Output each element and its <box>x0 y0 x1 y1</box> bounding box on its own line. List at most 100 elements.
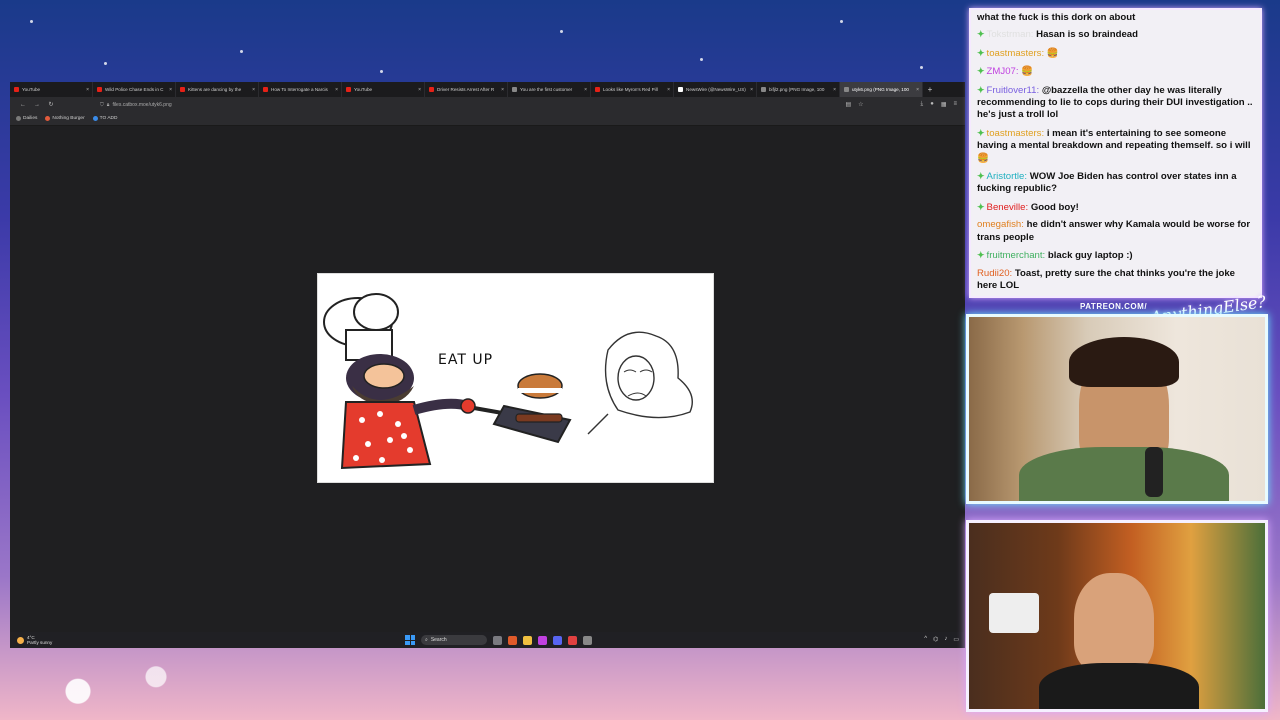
webcam-streamer-1 <box>966 314 1268 504</box>
tab-favicon-icon <box>14 87 19 92</box>
app-icon[interactable] <box>538 635 547 645</box>
network-icon[interactable]: ⌬ <box>933 636 938 643</box>
chat-message: ✦ toastmasters: i mean it's entertaining … <box>977 127 1254 165</box>
lock-icon: 🔒︎ <box>106 101 110 108</box>
chat-text: what the fuck is this dork on about <box>977 12 1136 23</box>
chat-username[interactable]: fruitmerchant: <box>987 250 1046 261</box>
subscriber-badge-icon: ✦ <box>977 84 985 95</box>
chat-text: 🍔 <box>1046 47 1059 59</box>
chat-message: omegafish: he didn't answer why Kamala w… <box>977 219 1254 244</box>
extensions-menu-icon[interactable]: ▦ <box>941 101 947 108</box>
weather-widget[interactable]: 4°C Partly sunny <box>10 635 52 645</box>
subscriber-badge-icon: ✦ <box>977 171 985 182</box>
chat-text: black guy laptop :) <box>1047 250 1133 262</box>
close-tab-icon[interactable]: × <box>252 87 255 93</box>
tab-bar: YouTube × Wild Police Chase Ends in C × … <box>10 82 965 97</box>
tab-label: YouTube <box>354 87 373 92</box>
image-caption: EAT UP <box>438 352 494 368</box>
back-icon[interactable]: ← <box>16 102 30 108</box>
printer <box>989 593 1039 633</box>
new-tab-button[interactable]: + <box>923 82 937 97</box>
extension-icon[interactable]: ● <box>930 101 934 108</box>
browser-tab[interactable]: utyk6.png (PNG Image, 100 × <box>840 82 923 97</box>
taskbar-search[interactable]: ⌕ Search <box>421 635 487 645</box>
media-player-icon[interactable] <box>583 635 592 645</box>
browser-tab[interactable]: You are the first customer × <box>508 82 591 97</box>
bookmark-item[interactable]: TO ADD <box>92 116 117 121</box>
close-tab-icon[interactable]: × <box>667 87 670 93</box>
chat-username[interactable]: Fruitlover11: <box>987 85 1040 96</box>
sun-icon <box>17 636 24 644</box>
chat-username[interactable]: ZMJ07: <box>987 66 1019 77</box>
subscriber-badge-icon: ✦ <box>977 29 985 40</box>
forward-icon[interactable]: → <box>30 102 44 108</box>
reader-view-icon[interactable]: ▤ <box>845 101 851 108</box>
volume-icon[interactable]: ♪ <box>944 636 947 643</box>
close-tab-icon[interactable]: × <box>335 87 338 93</box>
menu-icon[interactable]: ≡ <box>953 101 957 108</box>
browser-tab[interactable]: YouTube × <box>10 82 93 97</box>
chat-username[interactable]: Rudii20: <box>977 268 1012 279</box>
tab-favicon-icon <box>97 87 102 92</box>
file-explorer-icon[interactable] <box>523 635 532 645</box>
chat-username[interactable]: toastmasters: <box>987 128 1045 139</box>
close-tab-icon[interactable]: × <box>750 87 753 93</box>
close-tab-icon[interactable]: × <box>916 87 919 93</box>
tray-chevron-icon[interactable]: ^ <box>924 636 927 643</box>
reload-icon[interactable]: ↻ <box>44 101 58 108</box>
close-tab-icon[interactable]: × <box>833 87 836 93</box>
url-field[interactable]: ⛉ 🔒︎ files.catbox.moe/utyk6.png <box>100 102 172 108</box>
chat-message: ✦ Fruitlover11: @bazzella the other day h… <box>977 84 1254 122</box>
browser-tab[interactable]: Looks like Myron's Red Pill × <box>591 82 674 97</box>
download-icon[interactable]: ⤓ <box>921 101 924 108</box>
stream-chat: what the fuck is this dork on about ✦ Toks… <box>969 8 1262 298</box>
close-tab-icon[interactable]: × <box>584 87 587 93</box>
chat-username[interactable]: toastmasters: <box>987 48 1045 59</box>
windows-start-icon[interactable] <box>405 635 415 645</box>
shield-icon: ⛉ <box>100 101 104 108</box>
browser-tab[interactable]: bifjl2.png (PNG Image, 100 × <box>757 82 840 97</box>
subscriber-badge-icon: ✦ <box>977 250 985 261</box>
chat-message: ✦ Beneville: Good boy! <box>977 201 1254 214</box>
browser-taskbar-icon[interactable] <box>508 635 517 645</box>
chat-username[interactable]: Beneville: <box>987 202 1029 213</box>
task-view-icon[interactable] <box>493 635 502 645</box>
url-text: files.catbox.moe/utyk6.png <box>112 101 172 108</box>
close-tab-icon[interactable]: × <box>501 87 504 93</box>
bookmark-star-icon[interactable]: ☆ <box>858 101 863 108</box>
tab-label: utyk6.png (PNG Image, 100 <box>852 87 909 92</box>
battery-icon[interactable]: ▭ <box>953 636 959 643</box>
bookmark-item[interactable]: Nothing Burger <box>45 116 85 121</box>
person-hair <box>1069 337 1179 387</box>
browser-tab[interactable]: Driver Resists Arrest After R × <box>425 82 508 97</box>
chat-username[interactable]: Aristortle: <box>987 171 1028 182</box>
obs-icon[interactable] <box>568 635 577 645</box>
browser-tab[interactable]: Kittens are dancing by the × <box>176 82 259 97</box>
chat-username[interactable]: omegafish: <box>977 219 1024 230</box>
subscriber-badge-icon: ✦ <box>977 47 985 58</box>
discord-icon[interactable] <box>553 635 562 645</box>
tab-favicon-icon <box>761 87 766 92</box>
browser-tab[interactable]: YouTube × <box>342 82 425 97</box>
browser-tab[interactable]: How To Interrogate a Narcis × <box>259 82 342 97</box>
cloud-decoration <box>0 648 260 720</box>
close-tab-icon[interactable]: × <box>418 87 421 93</box>
tab-label: How To Interrogate a Narcis <box>271 87 328 92</box>
tab-favicon-icon <box>678 87 683 92</box>
tab-favicon-icon <box>180 87 185 92</box>
browser-tab[interactable]: NewsWire (@NewsWire_US) × <box>674 82 757 97</box>
microphone-icon <box>1145 447 1163 497</box>
chat-username[interactable]: Tokstrman: <box>987 29 1034 40</box>
tab-label: Kittens are dancing by the <box>188 87 242 92</box>
chat-message: ✦ Aristortle: WOW Joe Biden has control o… <box>977 170 1254 196</box>
tab-label: You are the first customer <box>520 87 573 92</box>
chat-text: Toast, pretty sure the chat thinks you'r… <box>977 267 1236 291</box>
mouse-cursor-icon: ⬉ <box>704 435 713 446</box>
bookmark-item[interactable]: Dailies <box>16 116 37 121</box>
browser-tab[interactable]: Wild Police Chase Ends in C × <box>93 82 176 97</box>
close-tab-icon[interactable]: × <box>169 87 172 93</box>
close-tab-icon[interactable]: × <box>86 87 89 93</box>
person-shirt <box>1019 447 1229 501</box>
tab-label: bifjl2.png (PNG Image, 100 <box>769 87 825 92</box>
address-bar: ← → ↻ ⛉ 🔒︎ files.catbox.moe/utyk6.png ▤ … <box>10 97 965 112</box>
